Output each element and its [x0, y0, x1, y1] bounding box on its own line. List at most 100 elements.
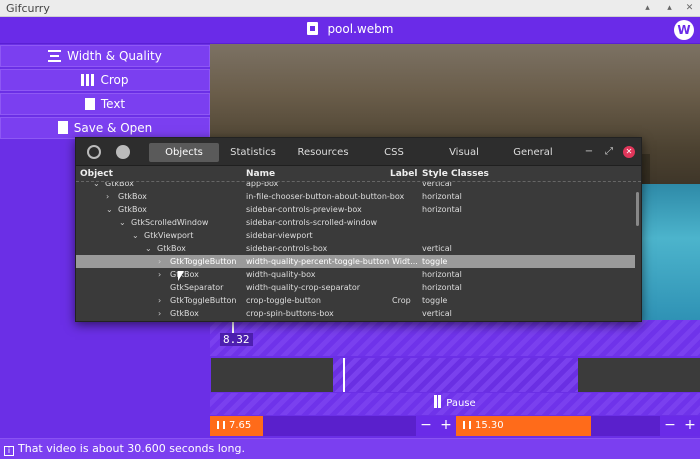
object-picker-icon[interactable]: [87, 145, 101, 159]
column-name[interactable]: Name: [246, 169, 275, 179]
expander-right-icon[interactable]: ›: [158, 294, 161, 307]
tab-objects[interactable]: Objects: [149, 143, 219, 162]
tree-name: crop-spin-buttons-box: [246, 309, 334, 318]
object-details-icon[interactable]: [116, 145, 130, 159]
pause-button[interactable]: Pause: [210, 393, 700, 415]
range-controls: 7.65 − + 15.30 − +: [210, 416, 700, 436]
timeline-track[interactable]: [211, 358, 700, 392]
tree-name: in-file-chooser-button-about-button-box: [246, 192, 405, 201]
tree-row[interactable]: › GtkBox width-quality-box horizontal: [76, 268, 635, 281]
file-chooser-button[interactable]: pool.webm: [0, 22, 700, 36]
tree-style-classes: horizontal: [422, 205, 462, 214]
start-time-value: 7.65: [217, 416, 251, 436]
tree-style-classes: vertical: [422, 182, 452, 188]
tree-name: sidebar-controls-preview-box: [246, 205, 362, 214]
expander-down-icon[interactable]: ⌄: [132, 229, 139, 242]
column-style-classes[interactable]: Style Classes: [422, 169, 489, 179]
timeline-selection[interactable]: [333, 358, 578, 392]
tree-label: Widt...: [392, 257, 418, 266]
expander-right-icon[interactable]: ›: [158, 255, 161, 268]
tree-style-classes: toggle: [422, 257, 448, 266]
end-plus-button[interactable]: +: [680, 416, 700, 436]
tab-resources[interactable]: Resources: [286, 143, 360, 162]
column-object[interactable]: Object: [80, 169, 113, 179]
tree-style-classes: horizontal: [422, 192, 462, 201]
minimize-icon[interactable]: ▴: [642, 3, 653, 14]
column-label[interactable]: Label: [390, 169, 417, 179]
start-time-slider[interactable]: 7.65: [210, 416, 416, 436]
pause-icon: [434, 395, 442, 408]
expander-right-icon[interactable]: ›: [158, 268, 161, 281]
object-tree-header: Object Name Label Style Classes: [76, 168, 641, 182]
expander-down-icon[interactable]: ⌄: [145, 242, 152, 255]
slider-handle-icon: [217, 421, 225, 429]
tree-name: crop-toggle-button: [246, 296, 321, 305]
tree-style-classes: vertical: [422, 244, 452, 253]
tree-scrollbar[interactable]: [636, 192, 639, 226]
tree-object: GtkToggleButton: [170, 296, 237, 305]
tree-row[interactable]: › GtkToggleButton crop-toggle-button Crop to…: [76, 294, 635, 307]
expander-down-icon[interactable]: ⌄: [93, 182, 100, 190]
video-file-icon: [306, 22, 318, 35]
tree-object: GtkBox: [170, 309, 199, 318]
expander-down-icon[interactable]: ⌄: [119, 216, 126, 229]
slider-handle-icon: [463, 421, 471, 429]
app-header: pool.webm W: [0, 17, 700, 44]
save-open-button[interactable]: Save & Open: [0, 117, 210, 139]
tree-object: GtkBox: [118, 192, 147, 201]
tree-row[interactable]: ⌄ GtkViewport sidebar-viewport: [76, 229, 635, 242]
tree-name: sidebar-controls-scrolled-window: [246, 218, 378, 227]
pause-label: Pause: [446, 398, 476, 409]
tab-general[interactable]: General: [500, 143, 566, 162]
window-titlebar: Gifcurry ▴ ▴ ✕: [0, 0, 700, 17]
tree-row[interactable]: GtkSeparator width-quality-crop-separator…: [76, 281, 635, 294]
start-plus-button[interactable]: +: [436, 416, 456, 436]
tree-row[interactable]: ⌄ GtkScrolledWindow sidebar-controls-scrol…: [76, 216, 635, 229]
time-bar: [210, 320, 700, 356]
maximize-icon[interactable]: ▴: [664, 3, 675, 14]
file-name: pool.webm: [327, 22, 394, 36]
tree-name: width-quality-percent-toggle-button: [246, 257, 390, 266]
tree-row[interactable]: › GtkToggleButton width-quality-percent-to…: [76, 255, 635, 268]
end-time-value: 15.30: [463, 416, 504, 436]
close-icon[interactable]: ✕: [623, 146, 635, 158]
save-open-label: Save & Open: [73, 121, 153, 135]
text-button[interactable]: Text: [0, 93, 210, 115]
tree-row[interactable]: ⌄ GtkBox sidebar-controls-box vertical: [76, 242, 635, 255]
tree-row[interactable]: ⌄ GtkBox app-box vertical: [76, 182, 635, 190]
minimize-icon[interactable]: −: [583, 146, 595, 158]
tree-style-classes: vertical: [422, 309, 452, 318]
tree-object: GtkToggleButton: [170, 257, 237, 266]
tree-row[interactable]: › GtkBox crop-spin-buttons-box vertical: [76, 307, 635, 320]
start-minus-button[interactable]: −: [416, 416, 436, 436]
restore-icon[interactable]: ⤢: [603, 146, 615, 158]
end-minus-button[interactable]: −: [660, 416, 680, 436]
tree-object: GtkBox: [170, 270, 199, 279]
about-logo-icon[interactable]: W: [674, 20, 694, 40]
tree-name: sidebar-viewport: [246, 231, 313, 240]
object-tree[interactable]: ⌄ GtkBox app-box vertical › GtkBox in-file-cho…: [76, 182, 635, 322]
end-time-slider[interactable]: 15.30: [456, 416, 660, 436]
text-label: Text: [100, 97, 126, 111]
tab-css[interactable]: CSS: [360, 143, 428, 162]
tree-row[interactable]: ⌄ GtkBox sidebar-controls-preview-box horiz…: [76, 203, 635, 216]
expander-right-icon[interactable]: ›: [158, 307, 161, 320]
tree-object: GtkSeparator: [170, 283, 224, 292]
crop-icon: [81, 74, 95, 86]
playhead[interactable]: [343, 358, 345, 392]
close-icon[interactable]: ✕: [684, 3, 695, 14]
sidebar: Width & Quality Crop Text Save & Open: [0, 44, 210, 141]
crop-button[interactable]: Crop: [0, 69, 210, 91]
gtk-inspector-window: Objects Statistics Resources CSS Visual …: [75, 137, 642, 322]
tree-object: GtkBox: [157, 244, 186, 253]
tab-visual[interactable]: Visual: [428, 143, 500, 162]
width-quality-icon: [48, 50, 62, 62]
expander-right-icon[interactable]: ›: [106, 190, 109, 203]
tree-style-classes: horizontal: [422, 270, 462, 279]
text-icon: [84, 98, 95, 110]
tab-statistics[interactable]: Statistics: [220, 143, 286, 162]
expander-down-icon[interactable]: ⌄: [106, 203, 113, 216]
width-quality-button[interactable]: Width & Quality: [0, 45, 210, 67]
tree-object: GtkViewport: [144, 231, 194, 240]
tree-row[interactable]: › GtkBox in-file-chooser-button-about-butt…: [76, 190, 635, 203]
